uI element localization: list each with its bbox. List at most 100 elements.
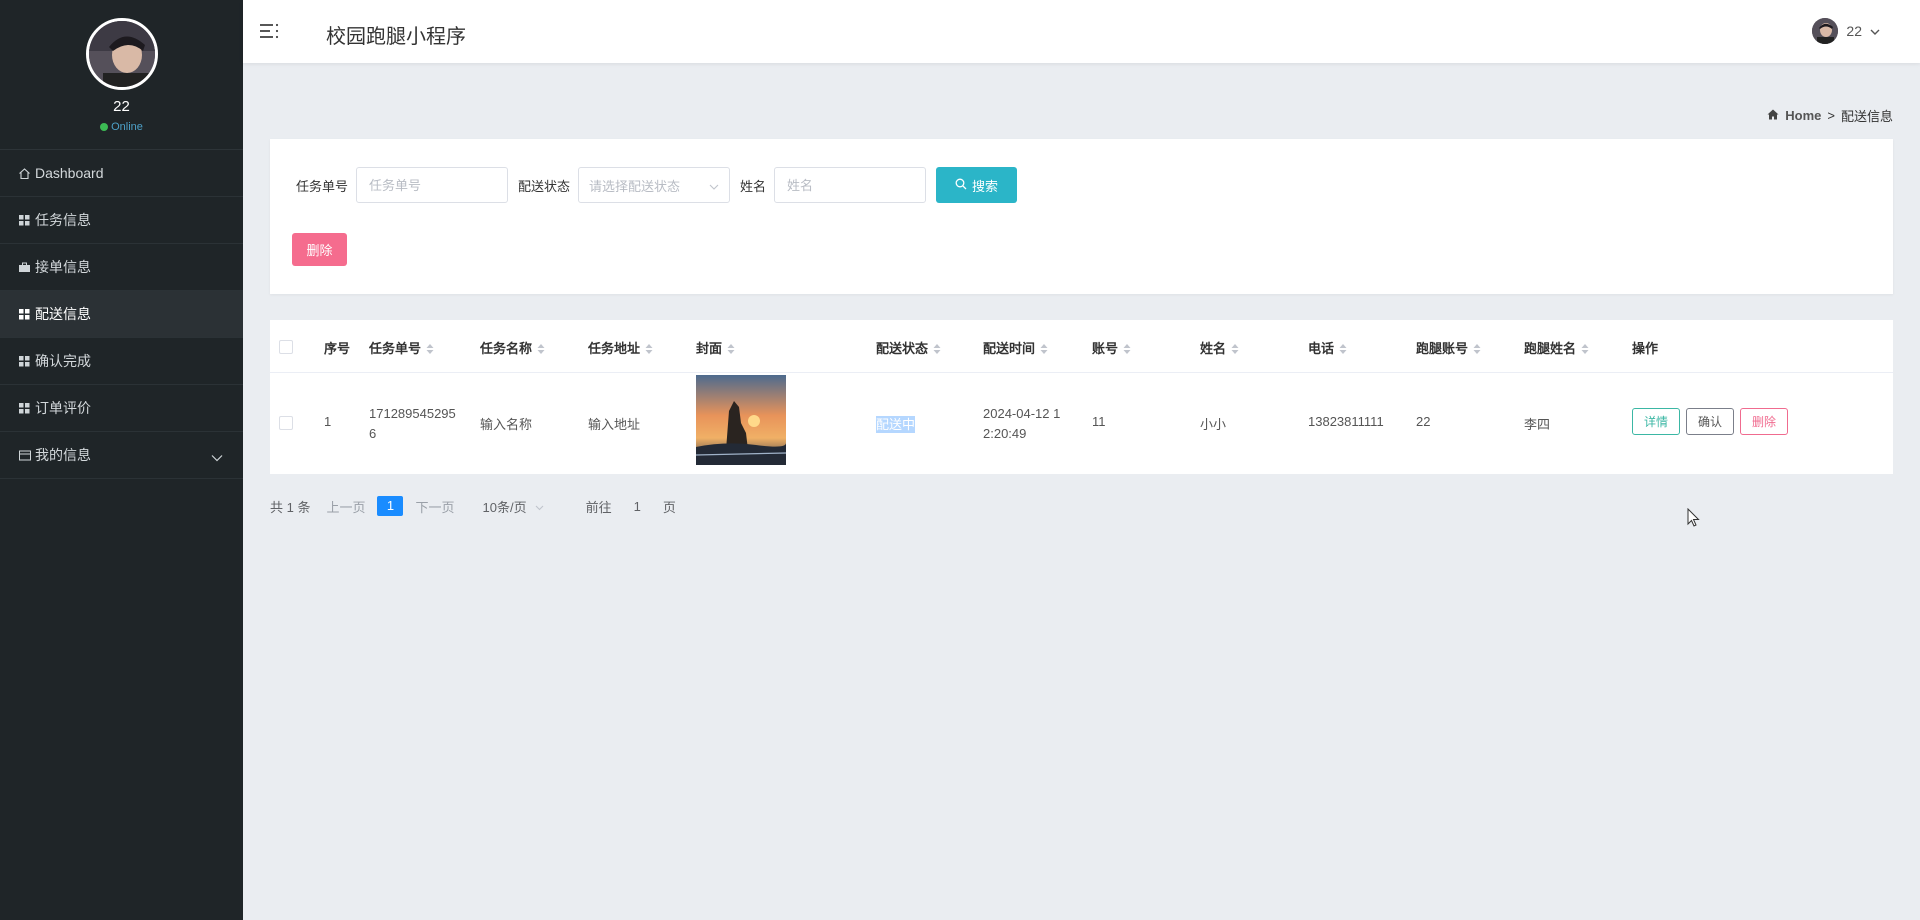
sidebar-item-label: 我的信息 [35,447,91,463]
sidebar-item-label: 配送信息 [35,306,91,322]
sort-icon [426,342,434,357]
goto-label: 前往 [585,499,612,515]
sidebar-item-accept-info[interactable]: 接单信息 [0,244,243,291]
status-label: 配送状态 [518,178,571,194]
column-header-sortable[interactable]: 封面 [696,338,735,357]
column-header: 操作 [1632,341,1659,356]
column-header-sortable[interactable]: 账号 [1092,338,1131,357]
user-name: 22 [1846,23,1862,39]
chevron-down-icon[interactable] [211,449,223,465]
avatar [85,18,158,90]
breadcrumb: Home > 配送信息 [1767,106,1893,125]
column-header-sortable[interactable]: 配送状态 [876,338,941,357]
sidebar-item-order-review[interactable]: 订单评价 [0,385,243,432]
table-header: 序号 任务单号 任务名称 任务地址 封面 配送状态 配送时间 账号 姓名 电话 … [270,320,1893,373]
confirm-button[interactable]: 确认 [1686,408,1735,435]
home-icon [1767,108,1779,123]
search-icon [955,178,967,193]
status-select[interactable]: 请选择配送状态 [578,167,731,203]
column-header-sortable[interactable]: 任务地址 [588,338,653,357]
page-number-1[interactable]: 1 [377,496,404,516]
table-row: 1 171289545295 6 输入名称 输入地址 配送中 2024-04-1… [270,373,1893,473]
sidebar-item-label: 确认完成 [35,353,91,369]
grid-icon [18,402,31,415]
sort-icon [1123,342,1131,357]
sidebar-item-dashboard[interactable]: Dashboard [0,150,243,197]
page-size-select[interactable]: 10条/页 [483,497,544,516]
detail-button[interactable]: 详情 [1632,408,1681,435]
menu-toggle-icon[interactable] [258,20,280,42]
goto-suffix: 页 [662,499,676,515]
sidebar-item-label: Dashboard [35,165,104,181]
avatar [1812,18,1839,44]
sort-icon [1581,342,1589,357]
user-menu[interactable]: 22 [1812,18,1880,44]
goto-input[interactable]: 1 [634,499,641,514]
sort-icon [1473,342,1481,357]
sidebar: 22 Online Dashboard 任务信息 接单信息 配送信息 确认完成 [0,0,243,920]
briefcase-icon [18,261,31,274]
row-task-name: 输入名称 [480,417,533,432]
breadcrumb-current: 配送信息 [1840,109,1893,124]
column-header-sortable[interactable]: 任务名称 [480,338,545,357]
home-icon [18,167,31,180]
search-button-label: 搜索 [972,178,999,194]
mouse-cursor-icon [1687,507,1701,531]
top-header: 校园跑腿小程序 22 [243,0,1920,63]
pagination: 共 1 条 上一页 1 下一页 10条/页 前往 1 页 [270,495,676,517]
row-actions: 详情 确认 删除 [1632,408,1789,435]
sidebar-item-delivery-info[interactable]: 配送信息 [0,291,243,338]
next-page-button[interactable]: 下一页 [415,497,454,516]
row-checkbox[interactable] [279,416,293,430]
column-header-sortable[interactable]: 姓名 [1200,338,1239,357]
page-size-value: 10条/页 [482,499,527,515]
column-header: 序号 [324,341,351,356]
sidebar-item-confirm-complete[interactable]: 确认完成 [0,338,243,385]
online-dot-icon [100,123,109,132]
row-runner-name: 李四 [1524,417,1551,432]
row-status: 配送中 [876,416,916,433]
profile-status: Online [0,121,243,133]
prev-page-button[interactable]: 上一页 [326,497,365,516]
row-cover-image [696,375,786,465]
search-button[interactable]: 搜索 [936,167,1018,203]
task-no-input[interactable] [356,167,509,203]
data-table: 序号 任务单号 任务名称 任务地址 封面 配送状态 配送时间 账号 姓名 电话 … [270,320,1893,474]
search-card: 任务单号 配送状态 请选择配送状态 姓名 搜索 删除 [270,139,1893,294]
sidebar-item-label: 任务信息 [35,212,91,228]
bulk-delete-button[interactable]: 删除 [292,233,347,266]
card-icon [18,449,31,462]
grid-icon [18,355,31,368]
profile-name: 22 [113,98,130,115]
column-header-sortable[interactable]: 电话 [1308,338,1347,357]
sidebar-item-task-info[interactable]: 任务信息 [0,197,243,244]
column-header-sortable[interactable]: 跑腿姓名 [1524,338,1589,357]
grid-icon [18,214,31,227]
row-runner-account: 22 [1416,414,1431,429]
name-label: 姓名 [740,178,767,194]
row-index: 1 [324,414,332,429]
column-header-sortable[interactable]: 跑腿账号 [1416,338,1481,357]
select-all-checkbox[interactable] [279,340,293,354]
chevron-down-icon [535,499,544,514]
row-delivery-time: 2024-04-12 1 2:20:49 [983,406,1061,441]
grid-icon [18,308,31,321]
row-phone: 13823811111 [1308,414,1384,429]
sort-icon [1339,342,1347,357]
sort-icon [1231,342,1239,357]
sidebar-item-my-info[interactable]: 我的信息 [0,432,243,479]
status-text: Online [111,121,143,133]
status-select-placeholder: 请选择配送状态 [589,178,681,194]
task-no-label: 任务单号 [296,178,349,194]
row-task-no: 171289545295 6 [369,406,456,441]
breadcrumb-home[interactable]: Home [1785,108,1821,123]
sidebar-item-label: 接单信息 [35,259,91,275]
sort-icon [645,342,653,357]
sort-icon [1040,342,1048,357]
sort-icon [537,342,545,357]
chevron-down-icon [709,178,719,193]
name-input[interactable] [774,167,927,203]
column-header-sortable[interactable]: 任务单号 [369,338,434,357]
delete-button[interactable]: 删除 [1740,408,1789,435]
column-header-sortable[interactable]: 配送时间 [983,338,1048,357]
